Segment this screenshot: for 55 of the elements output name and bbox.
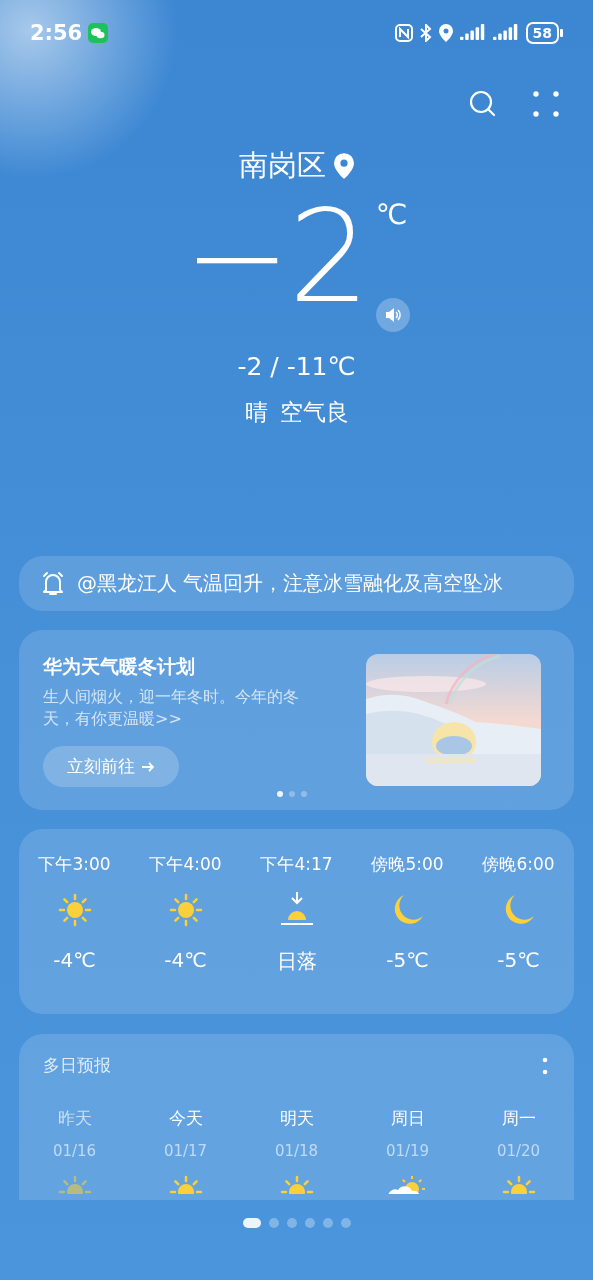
promo-title: 华为天气暖冬计划 — [43, 654, 196, 679]
search-button[interactable] — [469, 90, 497, 118]
signal-icon — [492, 24, 519, 42]
hour-value: -4℃ — [53, 948, 96, 972]
hour-value: -4℃ — [164, 948, 207, 972]
weather-condition: 晴 — [244, 398, 268, 427]
air-quality: 空气良 — [279, 398, 349, 427]
hour-time: 下午4:00 — [149, 853, 222, 876]
signal-icon — [459, 24, 486, 42]
speaker-button[interactable] — [375, 298, 410, 332]
alert-text: @黑龙江人 气温回升，注意冰雪融化及高空坠冰 — [77, 570, 504, 597]
day-label: 周日 — [390, 1107, 425, 1130]
hour-time: 下午4:17 — [260, 853, 333, 876]
location-icon — [438, 24, 453, 42]
day-label: 昨天 — [57, 1107, 92, 1130]
hour-value: 日落 — [276, 948, 317, 975]
arrow-icon — [141, 759, 155, 774]
bell-icon — [41, 570, 65, 597]
location-pin-icon — [334, 153, 354, 179]
day-label: 明天 — [279, 1107, 314, 1130]
speaker-icon — [383, 306, 402, 324]
hour-time: 傍晚5:00 — [371, 853, 444, 876]
hour-value: -5℃ — [497, 948, 540, 972]
battery-tip-icon — [560, 29, 563, 37]
page-indicator-dot[interactable] — [340, 1218, 351, 1228]
day-label: 今天 — [168, 1107, 203, 1130]
battery-level: 58 — [525, 22, 559, 44]
day-label: 周一 — [501, 1107, 536, 1130]
alert-banner[interactable]: @黑龙江人 气温回升，注意冰雪融化及高空坠冰 — [19, 556, 574, 611]
more-button[interactable] — [542, 1056, 548, 1075]
go-button[interactable]: 立刻前往 — [43, 746, 179, 787]
temperature-range: -2 / -11℃ — [236, 352, 357, 381]
page-indicator-dot[interactable] — [304, 1218, 315, 1228]
page-indicator-dot[interactable] — [322, 1218, 333, 1228]
chat-app-icon — [88, 23, 109, 43]
temperature-unit: ℃ — [375, 198, 409, 231]
status-time: 2:56 — [30, 21, 83, 45]
menu-button[interactable] — [533, 91, 559, 117]
day-date: 01/18 — [274, 1142, 319, 1160]
promo-text: 生人间烟火，迎一年冬时。今年的冬天，有你更温暖>> — [43, 686, 300, 730]
nfc-icon — [394, 24, 413, 42]
current-temperature: −2 — [183, 192, 368, 322]
page-indicator-dot[interactable] — [286, 1218, 297, 1228]
bluetooth-icon — [419, 24, 432, 42]
daily-title: 多日预报 — [43, 1054, 111, 1077]
day-date: 01/19 — [385, 1142, 430, 1160]
hour-value: -5℃ — [386, 948, 429, 972]
day-date: 01/17 — [163, 1142, 208, 1160]
page-indicator-dot[interactable] — [268, 1218, 279, 1228]
day-date: 01/20 — [496, 1142, 541, 1160]
hour-time: 傍晚6:00 — [482, 853, 555, 876]
hour-time: 下午3:00 — [38, 853, 111, 876]
day-date: 01/16 — [52, 1142, 97, 1160]
promo-card[interactable]: 华为天气暖冬计划 生人间烟火，迎一年冬时。今年的冬天，有你更温暖>> 立刻前往 — [19, 630, 574, 810]
location-name: 南岗区 — [239, 147, 326, 184]
